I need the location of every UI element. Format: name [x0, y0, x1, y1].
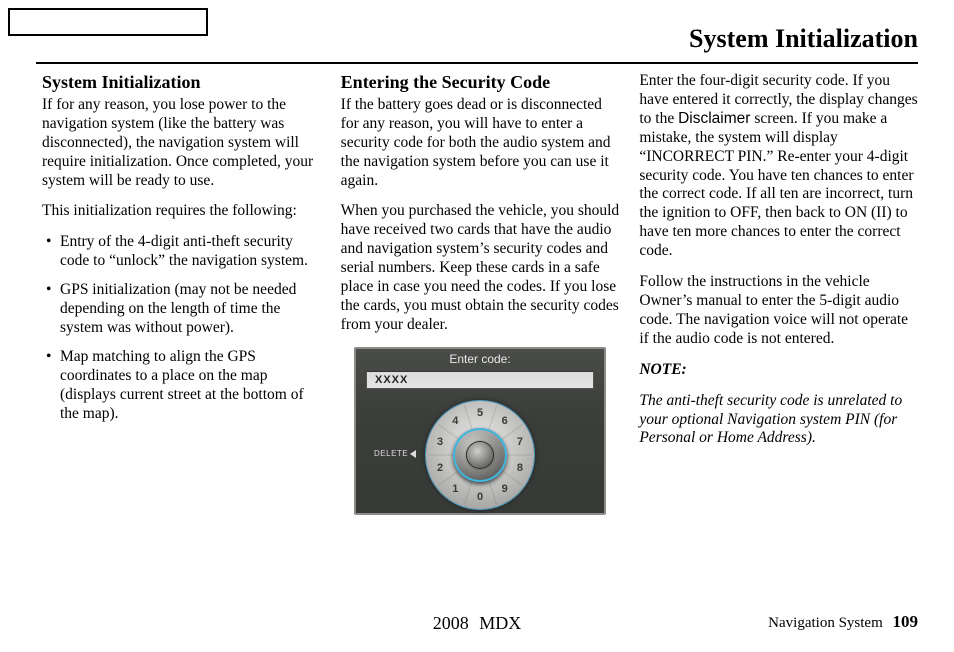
screenshot-title: Enter code: — [356, 349, 604, 367]
note-text: The anti-theft security code is unrelate… — [639, 392, 918, 449]
column-2: Entering the Security Code If the batter… — [341, 72, 620, 592]
col3-p1: Enter the four-digit security code. If y… — [639, 72, 918, 261]
content-columns: System Initialization If for any reason,… — [42, 72, 918, 592]
footer-label: Navigation System — [768, 615, 883, 631]
footer-right: Navigation System 109 — [768, 612, 918, 632]
screenshot-delete-label: DELETE — [374, 449, 416, 459]
column-3: Enter the four-digit security code. If y… — [639, 72, 918, 592]
dial-num-2: 2 — [433, 461, 447, 475]
enter-code-screenshot: Enter code: XXXX DELETE 567 89012 34 — [354, 347, 606, 515]
dial-num-9: 9 — [498, 482, 512, 496]
col2-p1: If the battery goes dead or is disconnec… — [341, 96, 620, 191]
note-label: NOTE: — [639, 361, 918, 380]
horizontal-rule — [36, 62, 918, 64]
col1-p1: If for any reason, you lose power to the… — [42, 96, 321, 191]
col1-bullet-1: Entry of the 4-digit anti-theft security… — [42, 233, 321, 271]
dial-num-6: 6 — [498, 414, 512, 428]
dial-num-4: 4 — [448, 414, 462, 428]
dial-num-3: 3 — [433, 435, 447, 449]
screenshot-input-value: XXXX — [366, 371, 594, 389]
page-title: System Initialization — [689, 24, 918, 54]
footer-center: 2008 MDX — [433, 613, 522, 634]
col2-heading: Entering the Security Code — [341, 72, 620, 94]
dial-num-1: 1 — [448, 482, 462, 496]
delete-text: DELETE — [374, 449, 408, 458]
dial-num-8: 8 — [513, 461, 527, 475]
page-number: 109 — [893, 612, 919, 631]
dial-num-0: 0 — [473, 490, 487, 504]
col3-p1b: Disclaimer — [678, 110, 750, 127]
blank-header-box — [8, 8, 208, 36]
col1-bullet-2: GPS initialization (may not be needed de… — [42, 281, 321, 338]
dial-num-7: 7 — [513, 435, 527, 449]
column-1: System Initialization If for any reason,… — [42, 72, 321, 592]
dial-core — [467, 442, 493, 468]
col3-p2: Follow the instructions in the vehicle O… — [639, 273, 918, 349]
col2-p2: When you purchased the vehicle, you shou… — [341, 202, 620, 334]
col1-bullets: Entry of the 4-digit anti-theft security… — [42, 233, 321, 423]
col1-bullet-3: Map matching to align the GPS coordinate… — [42, 348, 321, 424]
col1-heading: System Initialization — [42, 72, 321, 94]
dial-num-5: 5 — [473, 406, 487, 420]
dial: 567 89012 34 — [426, 401, 534, 509]
col3-p1c: screen. If you make a mistake, the syste… — [639, 110, 913, 259]
col1-p2: This initialization requires the followi… — [42, 202, 321, 221]
